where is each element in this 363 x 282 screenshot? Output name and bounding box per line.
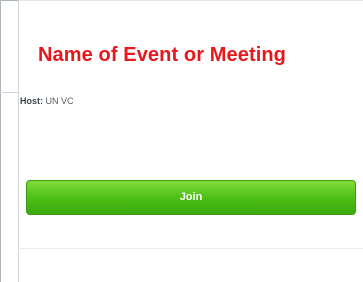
panel-divider <box>18 248 363 249</box>
meeting-panel <box>18 0 363 282</box>
join-button[interactable]: Join <box>26 180 356 215</box>
host-label: Host: <box>20 96 43 106</box>
event-title: Name of Event or Meeting <box>38 44 286 66</box>
host-name: UN VC <box>45 96 74 106</box>
host-row: Host: UN VC <box>20 96 74 106</box>
divider-stub <box>0 92 18 93</box>
